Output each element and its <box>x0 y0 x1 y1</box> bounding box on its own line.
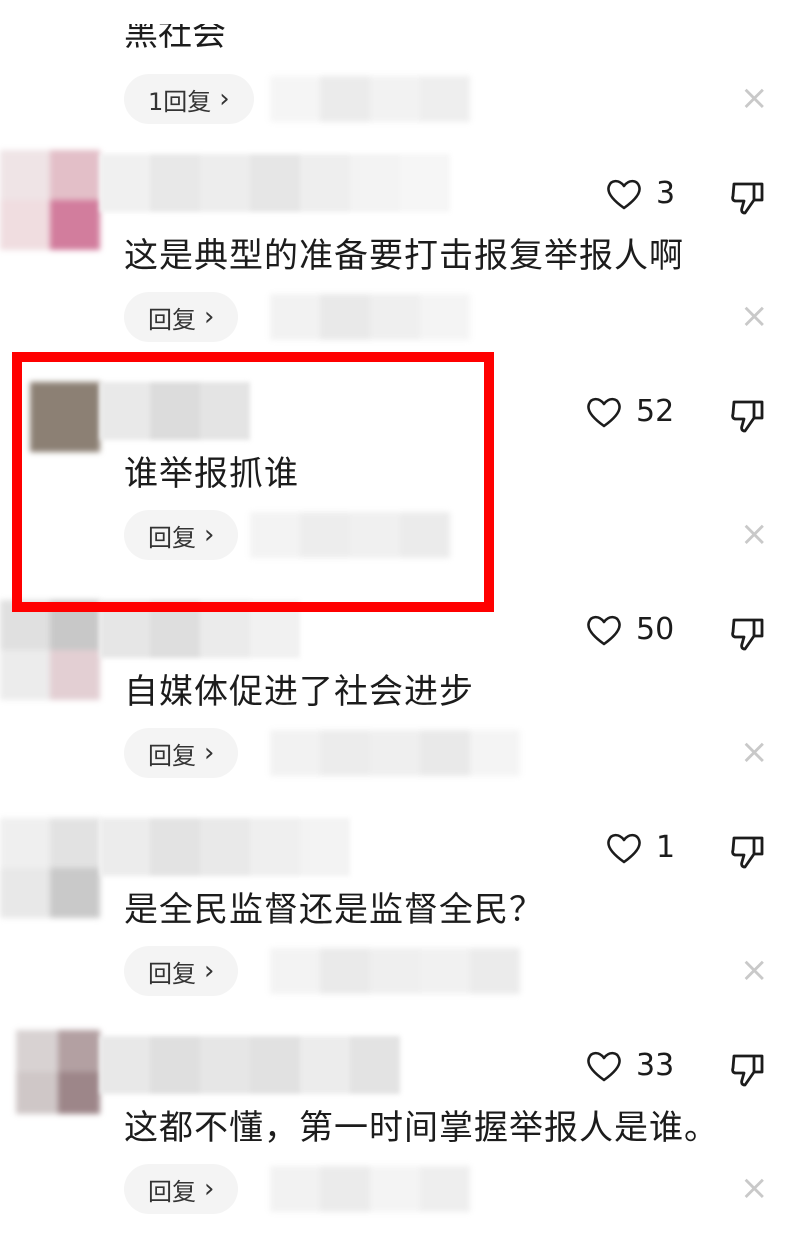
reply-label: 回复 <box>148 523 196 552</box>
close-icon[interactable]: × <box>740 953 769 987</box>
comment-text: 这是典型的准备要打击报复举报人啊 <box>124 236 684 276</box>
reply-label: 1回复 <box>148 87 212 116</box>
comment-text: 谁举报抓谁 <box>124 454 299 494</box>
like-button[interactable]: 33 <box>586 1048 674 1083</box>
chevron-right-icon: › <box>219 84 230 114</box>
close-icon[interactable]: × <box>740 735 769 769</box>
comment-text: 是全民监督还是监督全民？ <box>124 890 544 930</box>
like-count: 33 <box>636 1048 675 1083</box>
chevron-right-icon: › <box>204 1174 215 1204</box>
comment-item: 3 这是典型的准备要打击报复举报人啊 回复 › × <box>0 150 800 368</box>
reply-label: 回复 <box>148 959 196 988</box>
username[interactable] <box>100 1036 400 1094</box>
avatar[interactable] <box>0 150 100 250</box>
reply-button[interactable]: 1回复 › <box>124 74 254 124</box>
reply-button[interactable]: 回复 › <box>124 1164 239 1214</box>
thumbs-down-icon[interactable] <box>730 834 766 870</box>
blurred-reply-preview <box>250 512 450 558</box>
username[interactable] <box>100 154 450 212</box>
like-button[interactable]: 3 <box>606 176 675 211</box>
reply-label: 回复 <box>148 1177 196 1206</box>
reply-label: 回复 <box>148 305 196 334</box>
close-icon[interactable]: × <box>740 1171 769 1205</box>
close-icon[interactable]: × <box>740 81 769 115</box>
comment-text: 自媒体促进了社会进步 <box>124 672 474 712</box>
reply-button[interactable]: 回复 › <box>124 946 239 996</box>
heart-outline-icon <box>607 833 641 863</box>
reply-label: 回复 <box>148 741 196 770</box>
thumbs-down-icon[interactable] <box>730 1052 766 1088</box>
like-count: 52 <box>636 394 675 429</box>
like-button[interactable]: 50 <box>586 612 674 647</box>
username[interactable] <box>100 818 350 876</box>
avatar[interactable] <box>0 818 100 918</box>
thumbs-down-icon[interactable] <box>730 398 766 434</box>
chevron-right-icon: › <box>204 738 215 768</box>
chevron-right-icon: › <box>204 302 215 332</box>
comment-item: 50 自媒体促进了社会进步 回复 › × <box>0 586 800 804</box>
like-button[interactable]: 1 <box>606 830 675 865</box>
comment-text: 这都不懂，第一时间掌握举报人是谁。 <box>124 1108 719 1148</box>
blurred-reply-preview <box>270 76 470 122</box>
heart-outline-icon <box>607 179 641 209</box>
heart-outline-icon <box>587 1051 621 1081</box>
close-icon[interactable]: × <box>740 299 769 333</box>
close-icon[interactable]: × <box>740 517 769 551</box>
chevron-right-icon: › <box>204 956 215 986</box>
thumbs-down-icon[interactable] <box>730 180 766 216</box>
blurred-reply-preview <box>270 730 520 776</box>
comment-item: 52 谁举报抓谁 回复 › × <box>0 368 800 586</box>
username[interactable] <box>100 600 300 658</box>
like-count: 3 <box>656 176 676 211</box>
thumbs-down-icon[interactable] <box>730 616 766 652</box>
reply-button[interactable]: 回复 › <box>124 292 239 342</box>
username[interactable] <box>100 382 250 440</box>
heart-outline-icon <box>587 397 621 427</box>
comment-item: 33 这都不懂，第一时间掌握举报人是谁。 回复 › × <box>0 1022 800 1240</box>
avatar[interactable] <box>16 1030 100 1114</box>
reply-button[interactable]: 回复 › <box>124 510 239 560</box>
blurred-reply-preview <box>270 948 520 994</box>
blurred-reply-preview <box>270 294 470 340</box>
reply-button[interactable]: 回复 › <box>124 728 239 778</box>
like-button[interactable]: 52 <box>586 394 674 429</box>
blurred-reply-preview <box>270 1166 470 1212</box>
comment-text: 黑社会 <box>124 14 226 54</box>
avatar[interactable] <box>0 600 100 700</box>
like-count: 50 <box>636 612 675 647</box>
chevron-right-icon: › <box>204 520 215 550</box>
heart-outline-icon <box>587 615 621 645</box>
comment-item: 1 是全民监督还是监督全民？ 回复 › × <box>0 804 800 1022</box>
avatar[interactable] <box>30 382 100 452</box>
like-count: 1 <box>656 830 676 865</box>
